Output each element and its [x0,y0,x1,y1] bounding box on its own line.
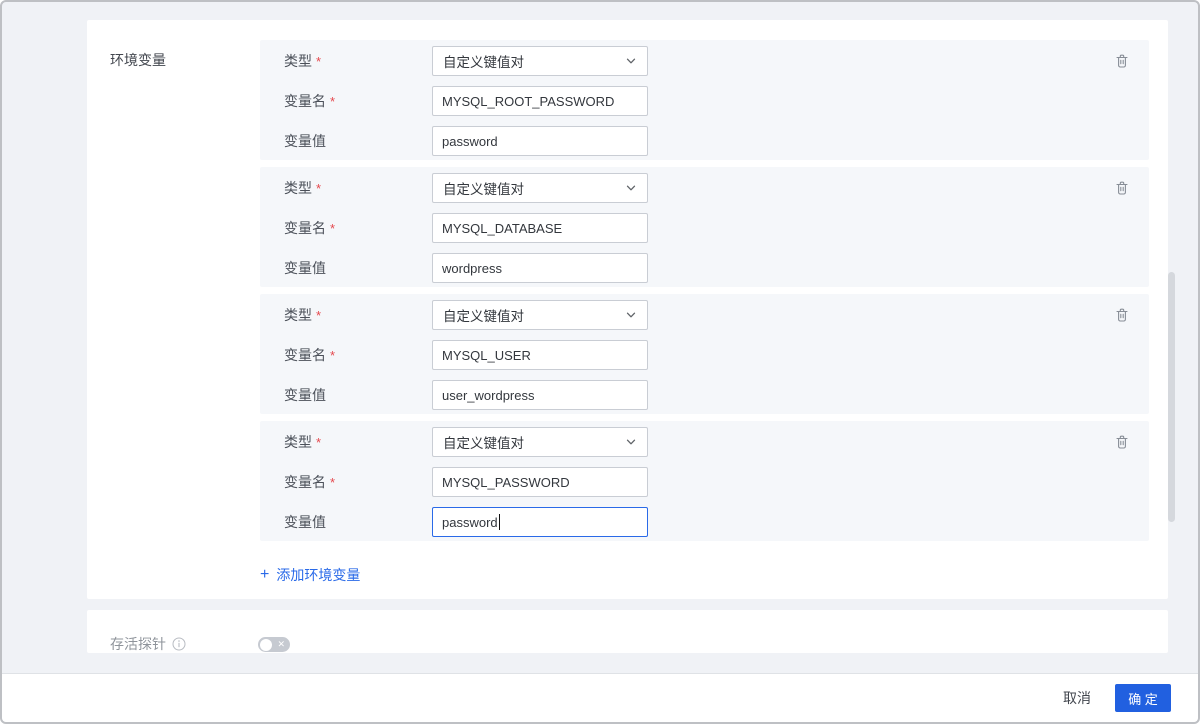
env-type-select[interactable]: 自定义键值对 [432,173,648,203]
env-vars-card: 环境变量 类型* 自定义键值对 变量名* 变量值 [87,20,1168,599]
env-value-row: 变量值 [260,253,1149,283]
env-value-input[interactable] [432,126,648,156]
delete-env-var-button[interactable] [1114,180,1130,196]
env-type-select[interactable]: 自定义键值对 [432,427,648,457]
trash-icon [1116,54,1128,68]
delete-env-var-button[interactable] [1114,307,1130,323]
trash-icon [1116,308,1128,322]
add-env-var-button[interactable]: + 添加环境变量 [260,560,360,590]
type-label: 类型 * [284,307,322,323]
dialog-footer: 取消 确 定 [2,673,1198,722]
scrollbar-thumb[interactable] [1168,272,1175,522]
value-label: 变量值 [284,260,326,276]
env-value-row: 变量值 [260,380,1149,410]
env-name-input[interactable] [432,213,648,243]
env-type-row: 类型 * 自定义键值对 [260,427,1149,457]
env-value-input[interactable] [432,380,648,410]
value-label: 变量值 [284,387,326,403]
toggle-knob [259,638,272,651]
env-type-select[interactable]: 自定义键值对 [432,46,648,76]
name-label: 变量名 * [284,347,336,363]
confirm-button[interactable]: 确 定 [1115,684,1171,712]
env-name-row: 变量名 * [260,213,1149,243]
env-name-input[interactable] [432,467,648,497]
env-name-row: 变量名 * [260,86,1149,116]
env-value-row: 变量值 [260,126,1149,156]
value-label: 变量值 [284,133,326,149]
delete-env-var-button[interactable] [1114,434,1130,450]
env-type-select[interactable]: 自定义键值对 [432,300,648,330]
env-var-block: 类型* 自定义键值对 变量名* 变量值 [260,40,1149,160]
name-label: 变量名 * [284,474,336,490]
env-value-row: 变量值 [260,507,1149,537]
required-asterisk: * [316,435,322,450]
dialog-window: 环境变量 类型* 自定义键值对 变量名* 变量值 [0,0,1200,724]
select-value: 自定义键值对 [443,182,524,197]
env-name-input[interactable] [432,340,648,370]
env-type-row: 类型 * 自定义键值对 [260,300,1149,330]
name-label: 变量名 * [284,93,336,109]
add-env-var-label: 添加环境变量 [276,567,361,583]
select-value: 自定义键值对 [443,436,524,451]
select-value: 自定义键值对 [443,55,524,70]
chevron-down-icon [626,58,636,64]
env-var-block: 类型* 自定义键值对 变量名* 变量值 [260,167,1149,287]
trash-icon [1116,181,1128,195]
chevron-down-icon [626,439,636,445]
type-label: 类型 * [284,53,322,69]
chevron-down-icon [626,185,636,191]
liveness-probe-card: 存活探针 ✕ [87,610,1168,653]
env-vars-section-label: 环境变量 [110,52,166,68]
liveness-probe-toggle[interactable]: ✕ [258,637,290,652]
env-name-input[interactable] [432,86,648,116]
info-icon[interactable] [172,637,186,651]
required-asterisk: * [330,348,336,363]
chevron-down-icon [626,312,636,318]
env-value-input[interactable] [432,253,648,283]
name-label: 变量名 * [284,220,336,236]
required-asterisk: * [330,475,336,490]
required-asterisk: * [330,221,336,236]
env-value-input-focused[interactable] [432,507,648,537]
type-label: 类型 * [284,180,322,196]
required-asterisk: * [316,54,322,69]
delete-env-var-button[interactable] [1114,53,1130,69]
required-asterisk: * [330,94,336,109]
required-asterisk: * [316,181,322,196]
toggle-off-icon: ✕ [277,639,285,649]
type-label: 类型 * [284,434,322,450]
env-type-row: 类型 * 自定义键值对 [260,46,1149,76]
env-type-row: 类型 * 自定义键值对 [260,173,1149,203]
select-value: 自定义键值对 [443,309,524,324]
env-var-block: 类型* 自定义键值对 变量名* 变量值 [260,421,1149,541]
required-asterisk: * [316,308,322,323]
value-label: 变量值 [284,514,326,530]
plus-icon: + [260,566,270,583]
text-cursor [499,514,500,530]
env-name-row: 变量名 * [260,467,1149,497]
env-var-block: 类型* 自定义键值对 变量名* 变量值 [260,294,1149,414]
trash-icon [1116,435,1128,449]
env-name-row: 变量名 * [260,340,1149,370]
liveness-probe-row: 存活探针 [110,634,186,653]
cancel-button[interactable]: 取消 [1063,688,1091,708]
liveness-probe-label: 存活探针 [110,636,166,652]
